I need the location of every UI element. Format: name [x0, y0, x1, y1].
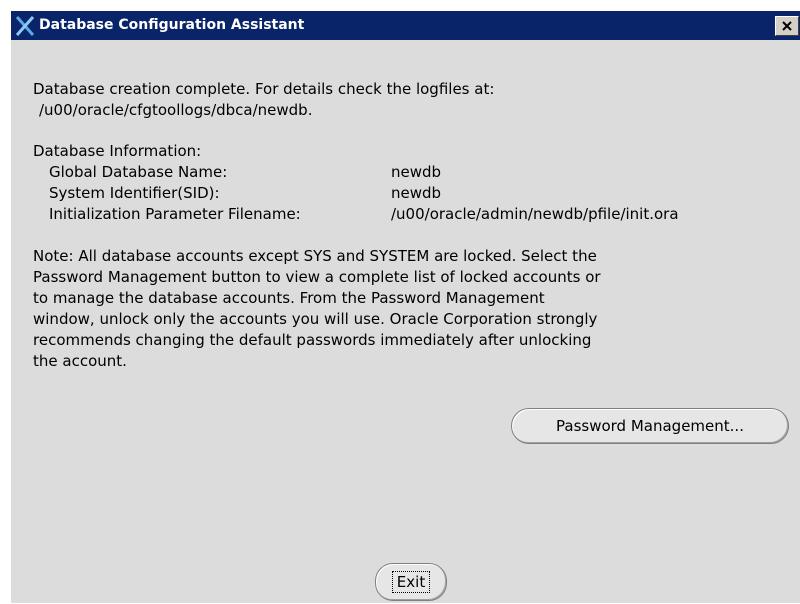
- title-bar[interactable]: Database Configuration Assistant: [11, 11, 800, 40]
- note-line: Password Management button to view a com…: [33, 268, 601, 286]
- close-icon: [782, 21, 792, 31]
- note-line: the account.: [33, 352, 127, 370]
- info-value-param-file: /u00/oracle/admin/newdb/pfile/init.ora: [391, 205, 679, 223]
- exit-button-label: Exit: [391, 571, 431, 593]
- info-label-global-name: Global Database Name:: [49, 163, 228, 181]
- note-line: recommends changing the default password…: [33, 331, 592, 349]
- note-line: Note: All database accounts except SYS a…: [33, 247, 597, 265]
- note-line: window, unlock only the accounts you wil…: [33, 310, 598, 328]
- dialog-content: Database creation complete. For details …: [11, 40, 800, 604]
- window-title: Database Configuration Assistant: [39, 17, 305, 33]
- info-label-sid: System Identifier(SID):: [49, 184, 220, 202]
- info-label-param-file: Initialization Parameter Filename:: [49, 205, 301, 223]
- exit-button[interactable]: Exit: [375, 563, 447, 601]
- dialog-window: Database Configuration Assistant Databas…: [10, 10, 800, 603]
- completion-message: Database creation complete. For details …: [33, 80, 495, 98]
- close-button[interactable]: [775, 16, 799, 36]
- logfile-path: /u00/oracle/cfgtoollogs/dbca/newdb.: [39, 101, 313, 119]
- password-management-button[interactable]: Password Management...: [511, 408, 789, 444]
- note-line: to manage the database accounts. From th…: [33, 289, 545, 307]
- info-value-global-name: newdb: [391, 163, 442, 181]
- info-value-sid: newdb: [391, 184, 442, 202]
- info-heading: Database Information:: [33, 142, 202, 160]
- oracle-x-icon: [15, 16, 35, 36]
